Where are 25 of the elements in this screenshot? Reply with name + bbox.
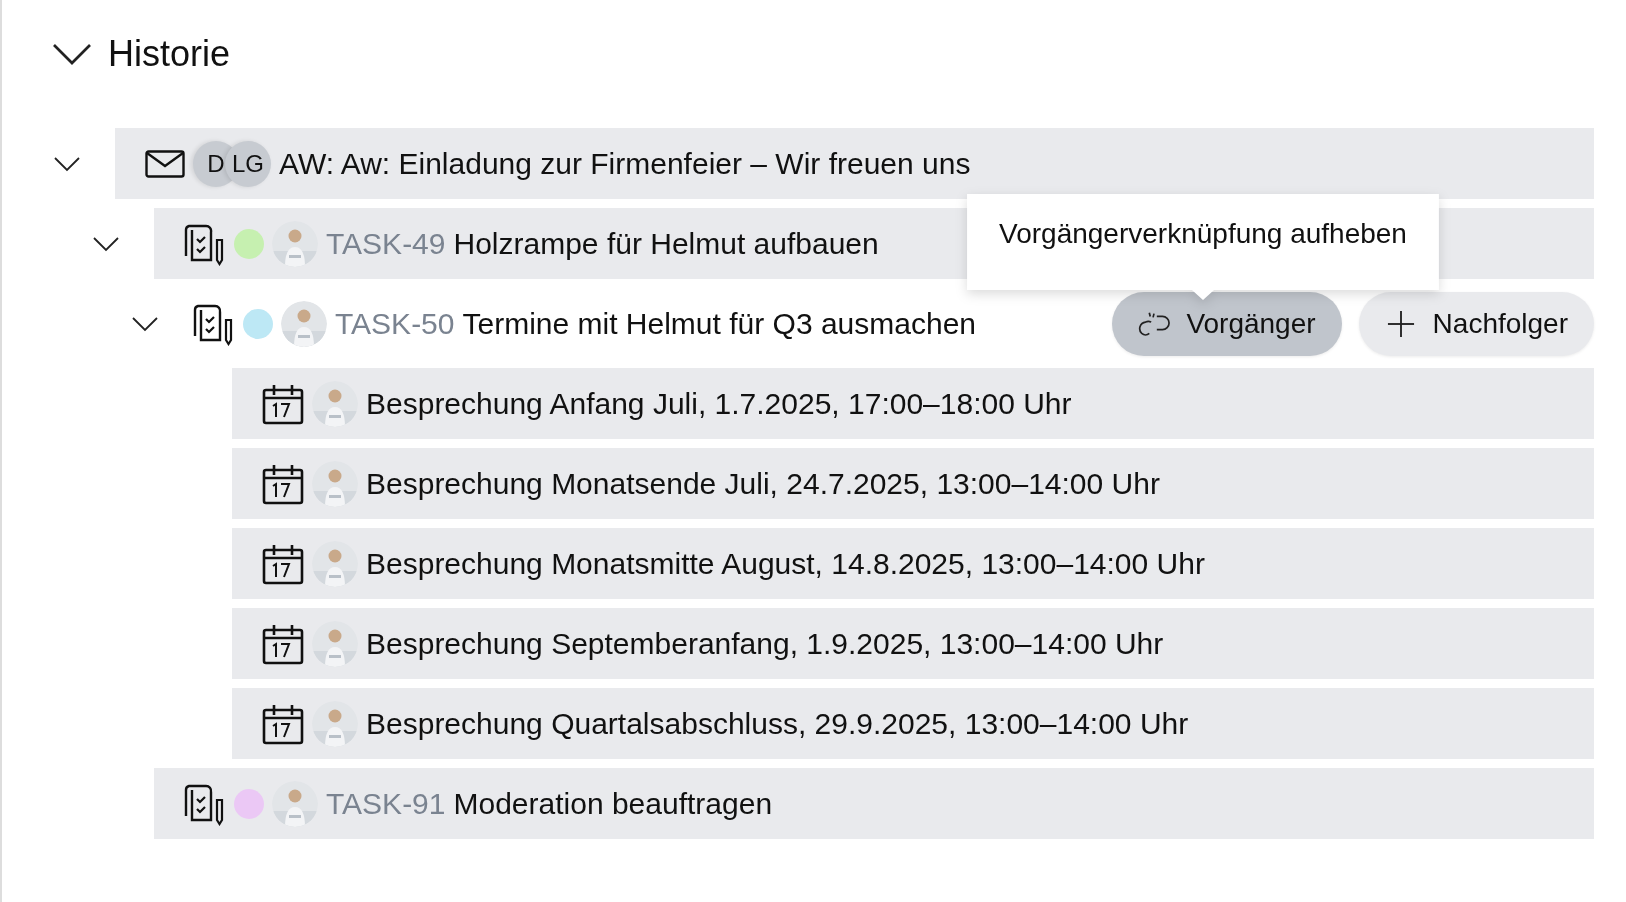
chevron-down-icon[interactable] (93, 235, 119, 252)
list-row[interactable]: Besprechung Septemberanfang, 1.9.2025, 13:00–14:00 Uhr (232, 608, 1594, 679)
item-title[interactable]: Termine mit Helmut für Q3 ausmachen (462, 306, 976, 341)
successor-button[interactable]: Nachfolger (1358, 291, 1594, 356)
tooltip: Vorgängerverknüpfung aufheben (967, 194, 1439, 300)
item-title[interactable]: Besprechung Anfang Juli, 1.7.2025, 17:00–18:00 Uhr (366, 386, 1072, 421)
list-row[interactable]: Besprechung Anfang Juli, 1.7.2025, 17:00–18:00 Uhr (232, 368, 1594, 439)
chevron-down-icon[interactable] (132, 315, 158, 332)
list-row[interactable]: Besprechung Quartalsabschluss, 29.9.2025, 13:00–14:00 Uhr (232, 688, 1594, 759)
list-row[interactable]: Besprechung Monatsende Juli, 24.7.2025, 13:00–14:00 Uhr (232, 448, 1594, 519)
task-key[interactable]: TASK-50 (335, 306, 455, 341)
section-title[interactable]: Historie (108, 33, 231, 75)
item-title[interactable]: Besprechung Septemberanfang, 1.9.2025, 13:00–14:00 Uhr (366, 626, 1164, 661)
list-row[interactable]: Besprechung Monatsmitte August, 14.8.2025, 13:00–14:00 Uhr (232, 528, 1594, 599)
item-title[interactable]: Moderation beauftragen (453, 786, 773, 821)
chevron-down-icon[interactable] (52, 42, 92, 66)
item-title[interactable]: Besprechung Quartalsabschluss, 29.9.2025, 13:00–14:00 Uhr (366, 706, 1189, 741)
item-title[interactable]: Holzrampe für Helmut aufbauen (453, 226, 879, 261)
item-title[interactable]: Besprechung Monatsende Juli, 24.7.2025, 13:00–14:00 Uhr (366, 466, 1160, 501)
list-row[interactable]: TASK-91 Moderation beauftragen (154, 768, 1594, 839)
chevron-down-icon[interactable] (54, 155, 80, 172)
item-title[interactable]: Besprechung Monatsmitte August, 14.8.2025, 13:00–14:00 Uhr (366, 546, 1205, 581)
predecessor-button[interactable]: Vorgänger (1112, 291, 1342, 356)
item-title[interactable]: AW: Aw: Einladung zur Firmenfeier – Wir freuen uns (279, 146, 971, 181)
envelope-icon (145, 149, 185, 178)
